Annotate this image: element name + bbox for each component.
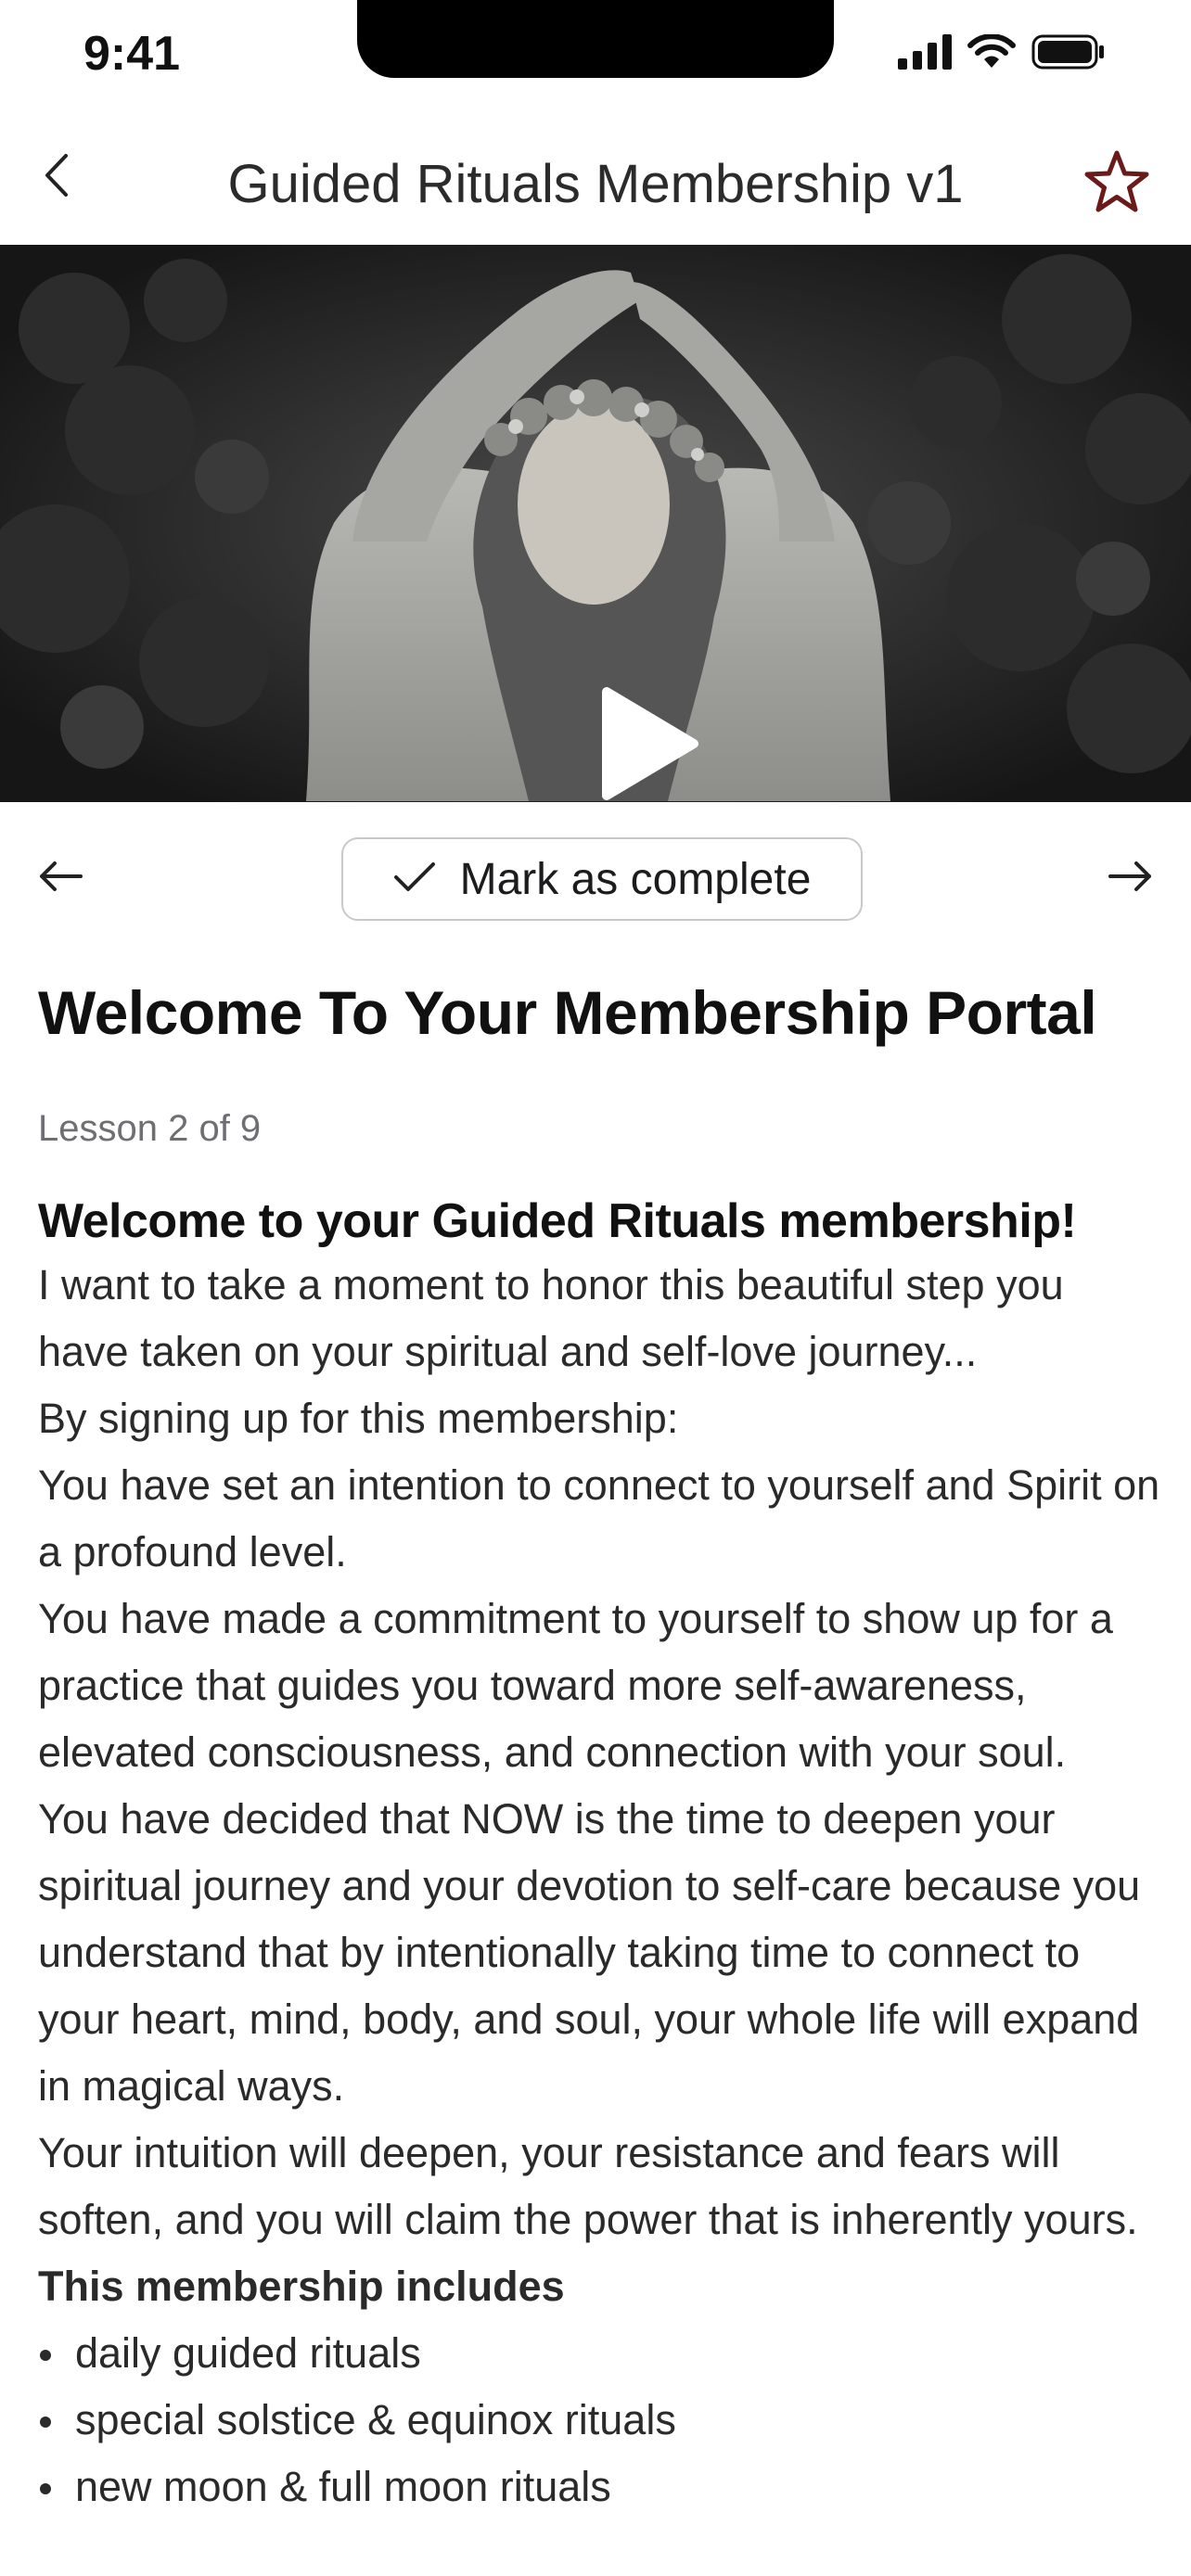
battery-icon <box>1031 33 1106 75</box>
lesson-paragraph: You have set an intention to connect to … <box>38 1461 1160 1575</box>
list-item: daily guided rituals <box>38 2320 1160 2387</box>
status-bar: 9:41 <box>0 0 1191 102</box>
nav-bar: Guided Rituals Membership v1 <box>0 121 1191 245</box>
device-notch <box>357 0 834 78</box>
video-thumbnail <box>0 245 1191 802</box>
chevron-left-icon <box>42 152 70 203</box>
lesson-paragraph: By signing up for this membership: <box>38 1395 679 1442</box>
next-lesson-button[interactable] <box>1098 850 1163 906</box>
lesson-progress: Lesson 2 of 9 <box>38 1108 262 1149</box>
status-time: 9:41 <box>83 27 181 81</box>
back-button[interactable] <box>28 145 83 210</box>
lesson-paragraph: Your intuition will deepen, your resista… <box>38 2129 1138 2243</box>
lesson-paragraph: You have decided that NOW is the time to… <box>38 1795 1141 2110</box>
previous-lesson-button[interactable] <box>28 850 93 906</box>
intro-heading: Welcome to your Guided Rituals membershi… <box>38 1194 1077 1248</box>
status-icons <box>898 33 1106 75</box>
play-icon[interactable] <box>599 686 701 801</box>
favorite-button[interactable] <box>1080 147 1154 221</box>
wifi-icon <box>967 33 1017 74</box>
lesson-title: Welcome To Your Membership Portal <box>38 978 1097 1047</box>
includes-list: daily guided rituals special solstice & … <box>38 2320 1160 2520</box>
page-title: Guided Rituals Membership v1 <box>227 154 964 214</box>
arrow-left-icon <box>38 860 83 898</box>
list-item: new moon & full moon rituals <box>38 2454 1160 2520</box>
lesson-paragraph: You have made a commitment to yourself t… <box>38 1595 1113 1776</box>
lesson-content: Welcome To Your Membership Portal Lesson… <box>38 974 1160 2520</box>
checkmark-icon <box>393 861 436 899</box>
lesson-navigation: Mark as complete <box>0 830 1191 932</box>
includes-heading: This membership includes <box>38 2263 565 2310</box>
signal-icon <box>898 34 952 74</box>
list-item: special solstice & equinox rituals <box>38 2387 1160 2454</box>
mark-complete-label: Mark as complete <box>459 854 812 904</box>
lesson-paragraph: I want to take a moment to honor this be… <box>38 1261 1064 1375</box>
mark-complete-button[interactable]: Mark as complete <box>341 837 863 921</box>
video-player[interactable] <box>0 245 1191 802</box>
arrow-right-icon <box>1108 860 1153 898</box>
star-icon <box>1083 149 1150 219</box>
